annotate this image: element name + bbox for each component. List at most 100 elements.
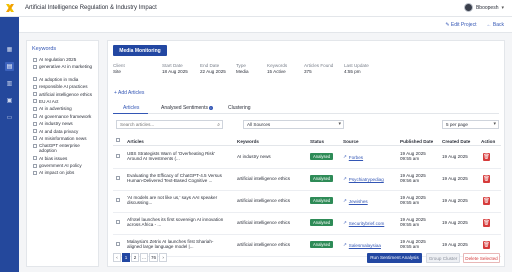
keyword-item[interactable]: AI impact on jobs	[33, 170, 97, 177]
source-filter-select[interactable]: All Sources ▾	[243, 120, 344, 129]
keyword-item[interactable]: AI bias issues	[33, 156, 97, 163]
keyword-item[interactable]: AI governance framework	[33, 114, 97, 121]
nav-rail: ▦ ▤ ▥ ▣ ▭	[0, 17, 19, 272]
source-link[interactable]: ↗ Jewishes	[343, 198, 368, 204]
keyword-checkbox[interactable]	[33, 163, 37, 168]
keyword-item[interactable]: AI industry news	[33, 121, 97, 128]
keyword-checkbox[interactable]	[33, 64, 37, 69]
active-tab-indicator	[113, 112, 148, 114]
keyword-checkbox[interactable]	[33, 92, 37, 97]
keyword-item[interactable]: ChatGPT enterprise adoption	[33, 143, 97, 155]
created-date: 19 Aug 2025	[442, 242, 468, 247]
delete-row-button[interactable]: 🗑	[483, 153, 490, 161]
page-button[interactable]: 76	[149, 253, 159, 262]
project-header: ✎ Edit Project ← Back	[19, 17, 512, 33]
created-date: 19 Aug 2025	[442, 154, 468, 159]
add-articles-button[interactable]: + Add Articles	[114, 90, 144, 96]
keyword-item[interactable]: AI in advertising	[33, 106, 97, 113]
run-sentiment-button[interactable]: Run Sentiment Analysis	[367, 253, 422, 263]
article-title[interactable]: Malaysia's Zetrix AI launches first Shar…	[127, 239, 227, 250]
published-date: 19 Aug 2025 09:55 am	[400, 217, 426, 228]
page-button[interactable]: 1	[122, 253, 130, 262]
tab-clustering[interactable]: Clustering	[228, 105, 251, 111]
keyword-checkbox[interactable]	[33, 156, 37, 161]
prev-page-button[interactable]: ‹	[113, 253, 121, 262]
keyword-checkbox[interactable]	[33, 57, 37, 62]
pagination: ‹ 1 2... 76 ›	[113, 253, 168, 262]
keyword-item[interactable]: AI and data privacy	[33, 129, 97, 136]
row-checkbox[interactable]	[116, 176, 120, 180]
per-page-select[interactable]: 5 per page ▾	[442, 120, 499, 129]
chevron-down-icon: ▾	[493, 121, 496, 127]
delete-row-button[interactable]: 🗑	[483, 175, 490, 183]
col-source: Source	[343, 139, 359, 144]
app-logo[interactable]	[5, 3, 15, 13]
edit-project-link[interactable]: ✎ Edit Project	[445, 22, 476, 28]
article-title[interactable]: 'AI models are not like us,' says AAI sp…	[127, 195, 227, 206]
page-button[interactable]: 2	[131, 253, 139, 262]
document-icon[interactable]: ▤	[5, 62, 14, 71]
created-date: 19 Aug 2025	[442, 198, 468, 203]
keyword-item[interactable]: generative AI in marketing	[33, 64, 97, 76]
source-name: Jewishes	[348, 198, 368, 204]
delete-row-button[interactable]: 🗑	[483, 219, 490, 227]
back-link[interactable]: ← Back	[486, 22, 504, 28]
next-page-button[interactable]: ›	[159, 253, 168, 262]
table-row: UBS Strategists Warn of 'Overheating Ris…	[113, 147, 501, 169]
keyword-checkbox[interactable]	[33, 99, 37, 104]
external-link-icon: ↗	[343, 176, 347, 181]
row-checkbox[interactable]	[116, 242, 120, 246]
delete-selected-button[interactable]: Delete Selected	[463, 253, 500, 263]
keyword-checkbox[interactable]	[33, 106, 37, 111]
keyword-checkbox[interactable]	[33, 121, 37, 126]
keywords-panel: Keywords AI regulation 2025 generative AI…	[26, 40, 99, 267]
trash-icon: 🗑	[483, 176, 490, 182]
media-monitoring-button[interactable]: Media Monitoring	[113, 45, 167, 56]
search-input[interactable]	[117, 121, 209, 128]
meta-value: Site	[113, 69, 121, 74]
article-title[interactable]: Afrotel launches its first sovereign AI …	[127, 217, 227, 228]
source-link[interactable]: ↗ Forbes	[343, 154, 363, 160]
keyword-checkbox[interactable]	[33, 170, 37, 175]
external-link-icon: ↗	[343, 154, 347, 159]
delete-row-button[interactable]: 🗑	[483, 197, 490, 205]
delete-row-button[interactable]: 🗑	[483, 241, 490, 249]
tab-articles[interactable]: Articles	[123, 105, 139, 111]
keyword-checkbox[interactable]	[33, 136, 37, 141]
tab-analysed-sentiments[interactable]: Analysed Sentiments i	[161, 105, 213, 111]
row-checkbox[interactable]	[116, 154, 120, 158]
keyword-checkbox[interactable]	[33, 143, 37, 148]
select-all-checkbox[interactable]	[116, 138, 120, 142]
keyword-checkbox[interactable]	[33, 84, 37, 89]
status-badge: Analysed	[310, 219, 334, 226]
grid-icon[interactable]: ▦	[5, 45, 14, 54]
keyword-label: EU AI Act	[39, 98, 59, 104]
keyword-checkbox[interactable]	[33, 129, 37, 134]
keyword-item[interactable]: responsible AI practices	[33, 84, 97, 91]
group-cluster-button[interactable]: Group Cluster	[426, 253, 460, 263]
article-title[interactable]: UBS Strategists Warn of 'Overheating Ris…	[127, 151, 227, 162]
folder-icon[interactable]: ▭	[5, 113, 14, 122]
keyword-label: AI misinformation news	[39, 135, 87, 141]
user-menu[interactable]: Bboopesh ▾	[463, 3, 504, 12]
keyword-checkbox[interactable]	[33, 114, 37, 119]
row-checkbox[interactable]	[116, 220, 120, 224]
chart-icon[interactable]: ▥	[5, 79, 14, 88]
table-row: Afrotel launches its first sovereign AI …	[113, 213, 501, 235]
source-link[interactable]: ↗ Psychiatrypediag	[343, 176, 384, 182]
calendar-icon[interactable]: ▣	[5, 96, 14, 105]
article-title[interactable]: Evaluating the Efficacy of ChatGPT-4.5 V…	[127, 173, 227, 184]
tab-articles-label: Articles	[123, 105, 140, 111]
row-checkbox[interactable]	[116, 198, 120, 202]
keyword-checkbox[interactable]	[33, 77, 37, 82]
keyword-item[interactable]: AI regulation 2025	[33, 57, 97, 64]
avatar	[463, 3, 473, 12]
keyword-item[interactable]: EU AI Act	[33, 99, 97, 106]
keyword-item[interactable]: AI adoption in India	[33, 77, 97, 84]
keyword-item[interactable]: artificial intelligence ethics	[33, 92, 97, 99]
source-link[interactable]: ↗ Securitybrief.com	[343, 220, 384, 226]
keyword-item[interactable]: AI misinformation news	[33, 136, 97, 143]
keyword-label: AI bias issues	[39, 155, 68, 161]
keyword-item[interactable]: government AI policy	[33, 163, 97, 170]
source-link[interactable]: ↗ Salesmalaysiaa	[343, 242, 381, 248]
